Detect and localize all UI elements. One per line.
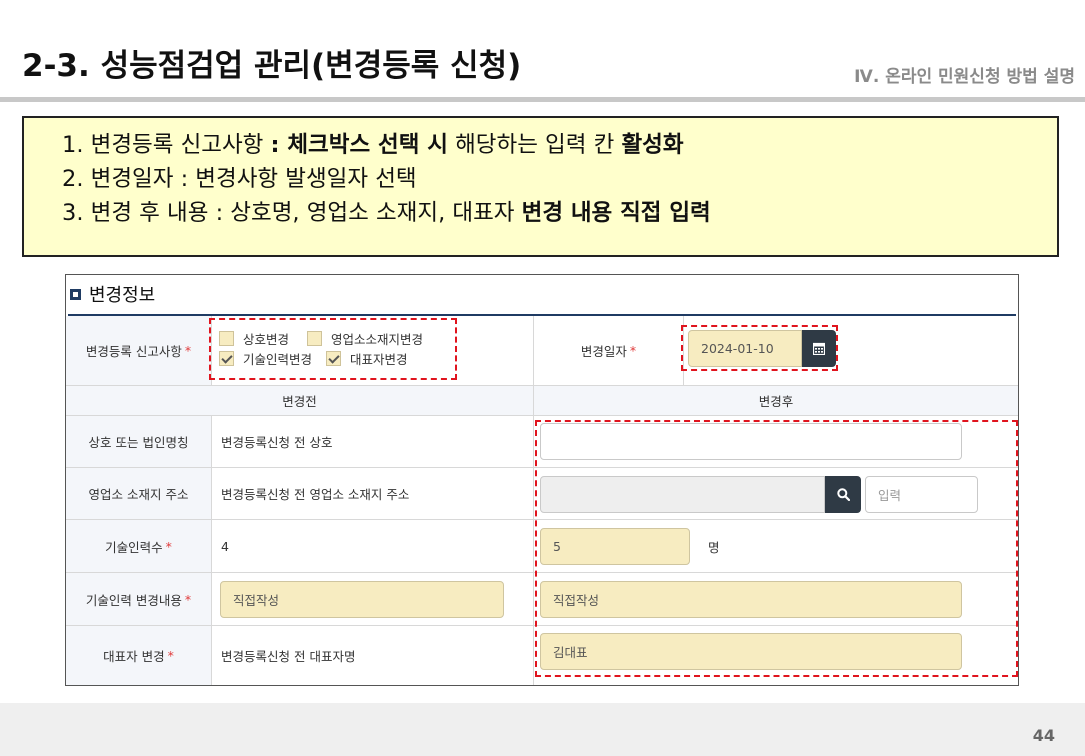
checkbox-representative[interactable] [326,350,342,366]
after-header-text: 변경후 [758,394,794,409]
before-value: 4 [221,538,229,554]
before-technician-count: 4 [212,520,534,573]
title-divider [0,97,1085,102]
technician-count-unit: 명 [708,540,720,555]
instruction-text: 해당하는 입력 칸 [447,132,622,158]
instruction-box: 1. 변경등록 신고사항 : 체크박스 선택 시 해당하는 입력 칸 활성화 2… [22,116,1059,257]
row-label-technician-changes: 기술인력 변경내용 * [66,573,212,626]
row-label-text: 기술인력수 [105,539,163,555]
instruction-emphasis: 변경 내용 직접 입력 [521,200,711,226]
before-header-text: 변경전 [282,394,317,409]
required-mark: * [184,343,192,358]
section-label: Ⅳ. 온라인 민원신청 방법 설명 [854,67,1075,87]
row-label-representative: 대표자 변경 * [66,626,212,685]
instruction-line-3: 3. 변경 후 내용 : 상호명, 영업소 소재지, 대표자 변경 내용 직접 … [62,196,1057,230]
checkbox-label: 상호변경 [243,331,290,347]
representative-value: 김대표 [553,645,588,660]
checkbox-label: 대표자변경 [350,351,408,367]
before-column-header: 변경전 [66,386,534,416]
row-label-text: 기술인력 변경내용 [85,592,182,608]
address-detail-input[interactable]: 입력 [865,476,978,513]
address-detail-placeholder: 입력 [878,488,902,503]
calendar-icon [813,342,825,355]
calendar-button[interactable] [802,330,836,367]
after-address-cell: 입력 [534,468,1018,520]
before-technician-changes-cell: 직접작성 [212,573,534,626]
checkbox-label: 기술인력변경 [243,351,313,367]
report-items-cell: 상호변경 영업소소재지변경 기술인력변경 대표자변경 [212,316,534,386]
row-label-text: 대표자 변경 [103,649,165,664]
report-items-label: 변경등록 신고사항 * [66,316,212,386]
instruction-emphasis: 활성화 [621,132,684,158]
required-mark: * [629,343,637,358]
slide-title: 2-3. 성능점검업 관리(변경등록 신청) [22,48,522,84]
checkbox-company-name[interactable] [219,330,234,346]
before-value: 변경등록신청 전 영업소 소재지 주소 [221,487,410,502]
address-search-button[interactable] [825,476,861,513]
before-technician-changes-value: 직접작성 [233,593,280,608]
change-date-input[interactable]: 2024-01-10 [688,330,802,367]
after-technician-changes-cell: 직접작성 [534,573,1018,626]
instruction-line-1: 1. 변경등록 신고사항 : 체크박스 선택 시 해당하는 입력 칸 활성화 [62,128,1057,162]
before-value: 변경등록신청 전 상호 [221,435,333,450]
company-name-input[interactable] [540,423,962,460]
change-date-value: 2024-01-10 [701,341,774,356]
address-input[interactable] [540,476,825,513]
panel-header: 변경정보 [70,281,155,307]
footer-bar [0,703,1085,756]
checkbox-office-address[interactable] [307,330,323,346]
after-company-cell [534,416,1018,468]
technician-count-input[interactable]: 5 [540,528,690,565]
after-column-header: 변경후 [534,386,1018,416]
row-label-text: 상호 또는 법인명칭 [88,435,189,450]
after-representative-cell: 김대표 [534,626,1018,685]
change-info-panel: 변경정보 변경등록 신고사항 * 상호변경 영업소소재지변경 기술인력변경 대표자… [65,274,1019,686]
instruction-text: 1. 변경등록 신고사항 [62,132,271,158]
panel-title: 변경정보 [89,285,156,306]
search-icon [836,488,850,501]
before-value: 변경등록신청 전 대표자명 [221,649,356,664]
page-number: 44 [1032,726,1055,745]
instruction-emphasis: : 체크박스 선택 시 [270,132,448,158]
checkbox-row-2: 기술인력변경 대표자변경 [219,348,423,368]
change-date-label: 변경일자 * [534,316,684,386]
before-technician-changes-input[interactable]: 직접작성 [220,581,504,618]
after-technician-changes-input[interactable]: 직접작성 [540,581,962,618]
technician-count-value: 5 [553,539,561,554]
instruction-text: 3. 변경 후 내용 : 상호명, 영업소 소재지, 대표자 [62,200,522,226]
required-mark: * [167,648,174,663]
change-date-cell: 2024-01-10 [684,316,1018,386]
checkbox-label: 영업소소재지변경 [331,331,424,347]
report-items-label-text: 변경등록 신고사항 [85,344,182,359]
change-date-label-text: 변경일자 [580,344,627,359]
row-label-text: 영업소 소재지 주소 [88,487,189,502]
representative-input[interactable]: 김대표 [540,633,962,670]
checkbox-technicians[interactable] [219,350,234,366]
row-label-technician-count: 기술인력수 * [66,520,212,573]
before-representative: 변경등록신청 전 대표자명 [212,626,534,685]
after-technician-changes-value: 직접작성 [553,593,600,608]
section-bullet-icon [70,288,81,300]
required-mark: * [165,538,172,554]
before-company: 변경등록신청 전 상호 [212,416,534,468]
instruction-text: 2. 변경일자 : 변경사항 발생일자 선택 [62,166,417,192]
required-mark: * [184,591,192,607]
checkbox-row-1: 상호변경 영업소소재지변경 [219,328,423,348]
instruction-line-2: 2. 변경일자 : 변경사항 발생일자 선택 [62,162,1057,196]
row-label-address: 영업소 소재지 주소 [66,468,212,520]
before-address: 변경등록신청 전 영업소 소재지 주소 [212,468,534,520]
after-technician-count-cell: 5 명 [534,520,1018,573]
row-label-company: 상호 또는 법인명칭 [66,416,212,468]
